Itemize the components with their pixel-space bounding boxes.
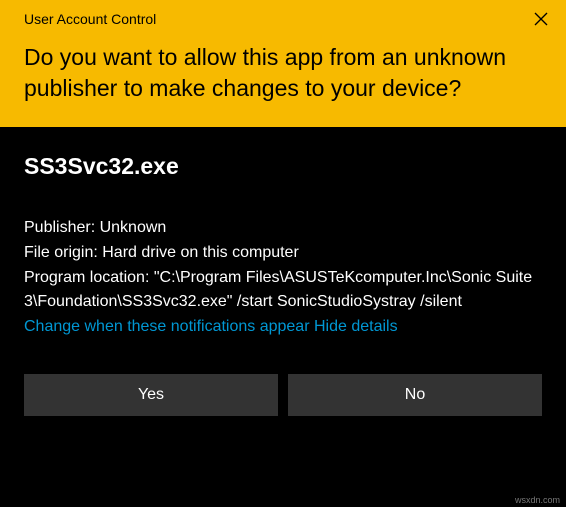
title-bar: User Account Control	[24, 10, 550, 28]
watermark: wsxdn.com	[515, 495, 560, 505]
file-origin-line: File origin: Hard drive on this computer	[24, 241, 542, 265]
publisher-value: Unknown	[100, 219, 167, 236]
hide-details-link[interactable]: Hide details	[314, 318, 398, 336]
origin-value: Hard drive on this computer	[102, 244, 299, 261]
publisher-line: Publisher: Unknown	[24, 216, 542, 240]
no-button[interactable]: No	[288, 374, 542, 416]
button-row: Yes No	[0, 374, 566, 432]
origin-label: File origin:	[24, 244, 102, 261]
program-location-line: Program location: "C:\Program Files\ASUS…	[24, 266, 542, 314]
uac-heading: Do you want to allow this app from an un…	[24, 42, 550, 105]
dialog-header: User Account Control Do you want to allo…	[0, 0, 566, 127]
dialog-body: SS3Svc32.exe Publisher: Unknown File ori…	[0, 127, 566, 374]
uac-dialog: User Account Control Do you want to allo…	[0, 0, 566, 507]
program-name: SS3Svc32.exe	[24, 153, 542, 180]
close-icon[interactable]	[532, 10, 550, 28]
publisher-label: Publisher:	[24, 219, 100, 236]
change-notifications-link[interactable]: Change when these notifications appear	[24, 318, 310, 336]
window-title: User Account Control	[24, 11, 156, 27]
location-label: Program location:	[24, 269, 154, 286]
yes-button[interactable]: Yes	[24, 374, 278, 416]
